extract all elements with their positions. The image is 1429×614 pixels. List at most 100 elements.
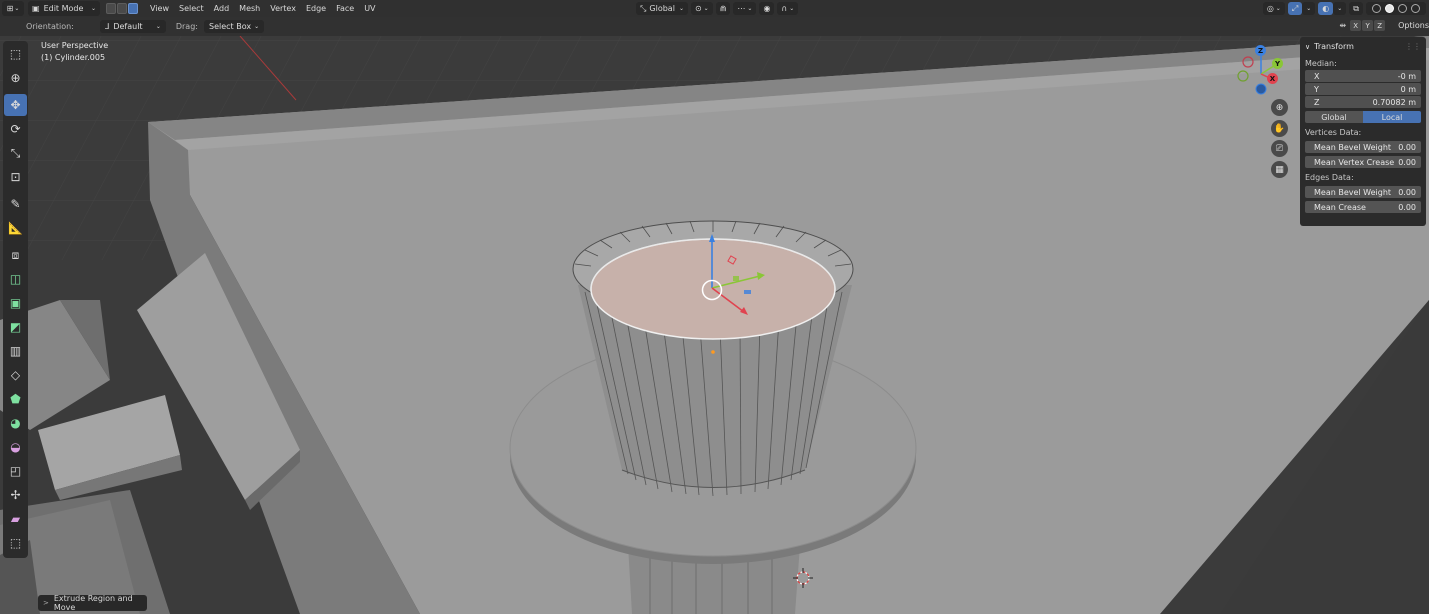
scale-icon[interactable]: ⤡: [4, 142, 27, 164]
menu-view[interactable]: View: [145, 4, 174, 13]
poly-build-icon[interactable]: ⬟: [4, 388, 27, 410]
chevron-down-icon: ⌄: [703, 5, 709, 12]
median-x-field[interactable]: X -0 m: [1305, 70, 1421, 82]
chevron-down-icon: ∨: [1305, 42, 1311, 51]
drag-select[interactable]: Select Box ⌄: [203, 20, 265, 33]
shear-icon[interactable]: ▰: [4, 508, 27, 530]
z-value: 0.70082 m: [1372, 97, 1416, 107]
smooth-icon[interactable]: ◒: [4, 436, 27, 458]
axis-x-toggle[interactable]: X: [1350, 20, 1362, 31]
pan-hand-icon[interactable]: ✋: [1271, 120, 1288, 137]
global-button[interactable]: Global: [1305, 111, 1363, 123]
proportional-edit-icon: ◉: [763, 4, 771, 13]
mode-selector[interactable]: ▣ Edit Mode ⌄: [28, 1, 100, 16]
rendered-shading-button[interactable]: [1411, 4, 1420, 13]
orientation-axes-icon: ⅃: [104, 22, 110, 31]
camera-icon[interactable]: ⎚: [1271, 140, 1288, 157]
snap-target-select[interactable]: ⋯ ⌄: [733, 2, 757, 15]
menu-mesh[interactable]: Mesh: [234, 4, 265, 13]
drag-handle-icon[interactable]: ⋮⋮: [1405, 42, 1421, 51]
chevron-down-icon: ⌄: [155, 23, 161, 30]
menu-face[interactable]: Face: [331, 4, 359, 13]
edge-crease-field[interactable]: Mean Crease 0.00: [1305, 201, 1421, 213]
tool-settings-bar: Orientation: ⅃ Default ⌄ Drag: Select Bo…: [0, 17, 1429, 36]
face-select-button[interactable]: [128, 3, 138, 14]
vertex-bevel-weight-field[interactable]: Mean Bevel Weight 0.00: [1305, 141, 1421, 153]
zoom-icon[interactable]: ⊕: [1271, 99, 1288, 116]
edge-slide-icon[interactable]: ◰: [4, 460, 27, 482]
shading-modes: [1366, 2, 1426, 15]
inset-faces-icon[interactable]: ▣: [4, 292, 27, 314]
material-shading-button[interactable]: [1398, 4, 1407, 13]
menu-bar: View Select Add Mesh Vertex Edge Face UV: [145, 4, 381, 13]
last-operator-panel[interactable]: > Extrude Region and Move: [38, 594, 147, 612]
menu-edge[interactable]: Edge: [301, 4, 331, 13]
shrink-fatten-icon[interactable]: ✢: [4, 484, 27, 506]
extrude-region-icon[interactable]: ◫: [4, 268, 27, 290]
y-label: Y: [1314, 84, 1319, 94]
vertex-select-button[interactable]: [106, 3, 116, 14]
edge-select-button[interactable]: [117, 3, 127, 14]
median-y-field[interactable]: Y 0 m: [1305, 83, 1421, 95]
move-icon[interactable]: ✥: [4, 94, 27, 116]
menu-vertex[interactable]: Vertex: [265, 4, 301, 13]
edge-bevel-value: 0.00: [1398, 187, 1416, 197]
rotate-icon[interactable]: ⟳: [4, 118, 27, 140]
bevel-icon[interactable]: ◩: [4, 316, 27, 338]
vertex-crease-field[interactable]: Mean Vertex Crease 0.00: [1305, 156, 1421, 168]
chevron-down-icon: ⌄: [789, 5, 795, 12]
menu-add[interactable]: Add: [209, 4, 235, 13]
axis-y-toggle[interactable]: Y: [1362, 20, 1374, 31]
rip-region-icon[interactable]: ⬚: [4, 532, 27, 554]
pivot-point-select[interactable]: ⊙ ⌄: [690, 2, 713, 15]
menu-select[interactable]: Select: [174, 4, 209, 13]
falloff-icon: ∩: [781, 4, 788, 13]
orientation-select[interactable]: ⅃ Default ⌄: [99, 20, 166, 33]
transform-orientation-select[interactable]: ⤡ Global ⌄: [636, 2, 688, 15]
3d-viewport-icon: ⊞: [6, 4, 14, 13]
spin-icon[interactable]: ◕: [4, 412, 27, 434]
vertices-data-label: Vertices Data:: [1305, 128, 1362, 137]
wireframe-shading-button[interactable]: [1372, 4, 1381, 13]
last-operator-label: Extrude Region and Move: [53, 594, 133, 612]
edge-bevel-weight-field[interactable]: Mean Bevel Weight 0.00: [1305, 186, 1421, 198]
overlays-toggle[interactable]: ◐: [1318, 2, 1334, 15]
overlays-options[interactable]: ⌄: [1333, 2, 1347, 15]
cursor-icon[interactable]: ⊕: [4, 67, 27, 89]
drag-value: Select Box: [208, 22, 252, 31]
x-label: X: [1314, 71, 1320, 81]
gizmo-x-axis[interactable]: X: [1267, 73, 1278, 84]
gizmo-z-axis[interactable]: Z: [1255, 45, 1266, 56]
transform-icon[interactable]: ⊡: [4, 166, 27, 188]
visibility-select[interactable]: ◎ ⌄: [1262, 2, 1285, 15]
options-menu[interactable]: Options: [1398, 21, 1429, 30]
gizmo-toggle[interactable]: ⤢: [1287, 2, 1303, 15]
chevron-right-icon: >: [43, 599, 49, 607]
add-cube-icon[interactable]: ⧈: [4, 244, 27, 266]
magnet-icon: ⋒: [719, 4, 727, 13]
snap-toggle[interactable]: ⋒: [715, 2, 731, 15]
editor-type-button[interactable]: ⊞ ⌄: [2, 1, 24, 16]
median-z-field[interactable]: Z 0.70082 m: [1305, 96, 1421, 108]
loop-cut-icon[interactable]: ▥: [4, 340, 27, 362]
knife-icon[interactable]: ◇: [4, 364, 27, 386]
gizmo-y-axis[interactable]: Y: [1272, 58, 1283, 69]
scene-render[interactable]: [0, 36, 1429, 614]
annotate-icon[interactable]: ✎: [4, 193, 27, 215]
3d-viewport[interactable]: Z Y X ⊕ ✋ ⎚ ▦ User Perspective (1) Cylin…: [0, 36, 1429, 614]
select-box-icon[interactable]: ⬚: [4, 43, 27, 65]
falloff-select[interactable]: ∩ ⌄: [777, 2, 799, 15]
local-button[interactable]: Local: [1363, 111, 1421, 123]
xray-toggle[interactable]: ⧉: [1349, 2, 1363, 15]
axis-z-toggle[interactable]: Z: [1374, 20, 1386, 31]
vertex-crease-label: Mean Vertex Crease: [1314, 157, 1395, 167]
orientation-icon: ⤡: [640, 3, 647, 13]
gizmo-options[interactable]: ⌄: [1302, 2, 1316, 15]
proportional-edit-toggle[interactable]: ◉: [759, 2, 775, 15]
header-right-tools: ◎ ⌄ ⤢ ⌄ ◐ ⌄ ⧉: [1262, 0, 1429, 17]
ortho-grid-icon[interactable]: ▦: [1271, 161, 1288, 178]
solid-shading-button[interactable]: [1385, 4, 1394, 13]
menu-uv[interactable]: UV: [359, 4, 380, 13]
transform-panel-header[interactable]: ∨ Transform ⋮⋮: [1305, 40, 1421, 53]
measure-icon[interactable]: 📐: [4, 217, 27, 239]
